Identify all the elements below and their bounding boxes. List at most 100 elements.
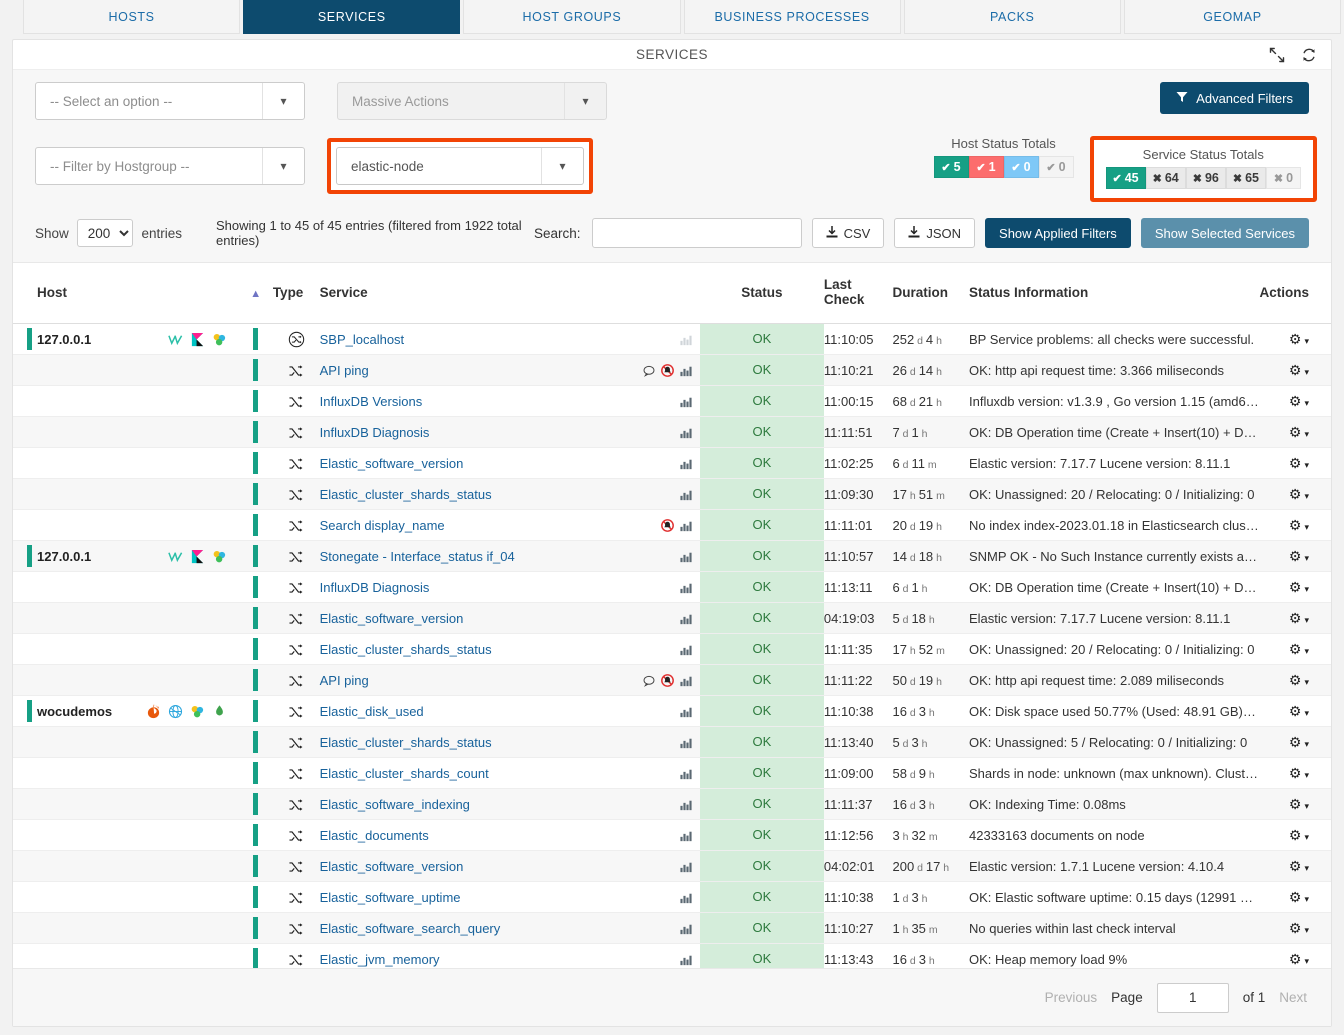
tab-host-groups[interactable]: HOST GROUPS	[463, 0, 681, 34]
page-length-select[interactable]: 200	[76, 219, 134, 247]
chevron-down-icon[interactable]: ▾	[1304, 553, 1309, 563]
tab-services[interactable]: SERVICES	[243, 0, 461, 34]
chart-icon[interactable]	[680, 331, 692, 346]
table-row[interactable]: API ping OK 11:10:21 26 d 14 h OK: http api …	[13, 354, 1331, 386]
no-notify-icon[interactable]	[661, 517, 674, 532]
chart-icon[interactable]	[680, 951, 692, 966]
chart-icon[interactable]	[680, 765, 692, 780]
host-name[interactable]: 127.0.0.1	[37, 332, 91, 347]
chevron-down-icon[interactable]: ▾	[1304, 584, 1309, 594]
chevron-down-icon[interactable]: ▾	[1304, 398, 1309, 408]
chart-icon[interactable]	[680, 827, 692, 842]
service-link[interactable]: SBP_localhost	[320, 332, 405, 347]
service-link[interactable]: Elastic_software_uptime	[320, 890, 461, 905]
service-link[interactable]: Elastic_cluster_shards_status	[320, 642, 492, 657]
chart-icon[interactable]	[680, 579, 692, 594]
table-row[interactable]: 127.0.0.1 Stonegate - Interface_status i…	[13, 540, 1331, 572]
chevron-down-icon[interactable]: ▾	[1304, 336, 1309, 346]
service-link[interactable]: Elastic_software_version	[320, 611, 464, 626]
show-selected-services-button[interactable]: Show Selected Services	[1140, 218, 1309, 248]
table-row[interactable]: Elastic_software_version OK 04:19:03 5 d 18…	[13, 602, 1331, 634]
table-row[interactable]: Elastic_cluster_shards_status OK 11:09:30 1…	[13, 478, 1331, 510]
actions-gear-icon[interactable]: ⚙	[1289, 858, 1302, 874]
table-row[interactable]: Elastic_software_indexing OK 11:11:37 16 d …	[13, 788, 1331, 820]
column-header-service[interactable]: Service	[319, 263, 700, 324]
actions-gear-icon[interactable]: ⚙	[1289, 548, 1302, 564]
host-badge-up[interactable]: ✔ 5	[933, 156, 969, 178]
chart-icon[interactable]	[680, 889, 692, 904]
chart-icon[interactable]	[680, 610, 692, 625]
tab-packs[interactable]: PACKS	[903, 0, 1121, 34]
chevron-down-icon[interactable]: ▾	[1304, 460, 1309, 470]
filter-by-hostgroup-dropdown[interactable]: -- Filter by Hostgroup -- ▾	[35, 147, 305, 185]
actions-gear-icon[interactable]: ⚙	[1289, 951, 1302, 967]
service-link[interactable]: Stonegate - Interface_status if_04	[320, 549, 515, 564]
table-row[interactable]: Elastic_cluster_shards_status OK 11:11:35 1…	[13, 633, 1331, 665]
service-link[interactable]: Search display_name	[320, 518, 445, 533]
table-row[interactable]: Elastic_cluster_shards_status OK 11:13:40 5…	[13, 726, 1331, 758]
service-badge-ok[interactable]: ✔ 45	[1105, 167, 1146, 189]
chevron-down-icon[interactable]: ▾	[1304, 646, 1309, 656]
chart-icon[interactable]	[680, 393, 692, 408]
service-link[interactable]: Elastic_cluster_shards_count	[320, 766, 489, 781]
chart-icon[interactable]	[680, 548, 692, 563]
service-link[interactable]: Elastic_software_version	[320, 456, 464, 471]
table-row[interactable]: Elastic_documents OK 11:12:56 3 h 32 m 42333…	[13, 819, 1331, 851]
chevron-down-icon[interactable]: ▾	[1304, 367, 1309, 377]
chart-icon[interactable]	[680, 703, 692, 718]
actions-gear-icon[interactable]: ⚙	[1289, 765, 1302, 781]
tab-business-processes[interactable]: BUSINESS PROCESSES	[683, 0, 901, 34]
column-header-status-information[interactable]: Status Information	[968, 263, 1259, 324]
comment-icon[interactable]	[643, 362, 655, 377]
chart-icon[interactable]	[680, 858, 692, 873]
table-row[interactable]: Elastic_software_version OK 04:02:01 200 d …	[13, 850, 1331, 882]
actions-gear-icon[interactable]: ⚙	[1289, 362, 1302, 378]
chart-icon[interactable]	[680, 517, 692, 532]
actions-gear-icon[interactable]: ⚙	[1289, 703, 1302, 719]
actions-gear-icon[interactable]: ⚙	[1289, 517, 1302, 533]
column-header-duration[interactable]: Duration	[892, 263, 969, 324]
actions-gear-icon[interactable]: ⚙	[1289, 641, 1302, 657]
host-name[interactable]: 127.0.0.1	[37, 549, 91, 564]
actions-gear-icon[interactable]: ⚙	[1289, 455, 1302, 471]
chevron-down-icon[interactable]: ▾	[1304, 832, 1309, 842]
chevron-down-icon[interactable]: ▾	[1304, 925, 1309, 935]
host-badge-pending[interactable]: ✔ 0	[1038, 156, 1074, 178]
chart-icon[interactable]	[680, 424, 692, 439]
service-link[interactable]: API ping	[320, 363, 369, 378]
service-link[interactable]: Elastic_cluster_shards_status	[320, 735, 492, 750]
actions-gear-icon[interactable]: ⚙	[1289, 796, 1302, 812]
tab-hosts[interactable]: HOSTS	[23, 0, 241, 34]
chevron-down-icon[interactable]: ▾	[1304, 522, 1309, 532]
chart-icon[interactable]	[680, 734, 692, 749]
chevron-down-icon[interactable]: ▾	[1304, 429, 1309, 439]
column-header-status[interactable]: Status	[699, 263, 824, 324]
chevron-down-icon[interactable]: ▾	[1304, 677, 1309, 687]
select-an-option-dropdown[interactable]: -- Select an option -- ▾	[35, 82, 305, 120]
host-name[interactable]: wocudemos	[37, 704, 112, 719]
host-badge-down[interactable]: ✔ 1	[968, 156, 1004, 178]
chart-icon[interactable]	[680, 455, 692, 470]
chart-icon[interactable]	[680, 486, 692, 501]
tab-geomap[interactable]: GEOMAP	[1123, 0, 1342, 34]
column-header-host[interactable]: Host	[13, 263, 239, 324]
chevron-down-icon[interactable]: ▾	[1304, 739, 1309, 749]
actions-gear-icon[interactable]: ⚙	[1289, 734, 1302, 750]
table-row[interactable]: InfluxDB Diagnosis OK 11:11:51 7 d 1 h OK: D…	[13, 416, 1331, 448]
actions-gear-icon[interactable]: ⚙	[1289, 889, 1302, 905]
service-link[interactable]: Elastic_jvm_memory	[320, 952, 440, 967]
advanced-filters-button[interactable]: Advanced Filters	[1160, 82, 1309, 114]
actions-gear-icon[interactable]: ⚙	[1289, 424, 1302, 440]
table-row[interactable]: InfluxDB Diagnosis OK 11:13:11 6 d 1 h OK: D…	[13, 571, 1331, 603]
host-badge-unreachable[interactable]: ✔ 0	[1003, 156, 1039, 178]
service-badge-pending[interactable]: ✖ 0	[1266, 167, 1301, 189]
no-notify-icon[interactable]	[661, 672, 674, 687]
chevron-down-icon[interactable]: ▾	[1304, 894, 1309, 904]
service-link[interactable]: InfluxDB Diagnosis	[320, 580, 430, 595]
service-link[interactable]: InfluxDB Diagnosis	[320, 425, 430, 440]
sort-ascending-icon[interactable]: ▲	[238, 263, 273, 324]
service-link[interactable]: Elastic_software_version	[320, 859, 464, 874]
show-applied-filters-button[interactable]: Show Applied Filters	[985, 218, 1131, 248]
comment-icon[interactable]	[643, 672, 655, 687]
page-number-input[interactable]	[1156, 982, 1229, 1013]
